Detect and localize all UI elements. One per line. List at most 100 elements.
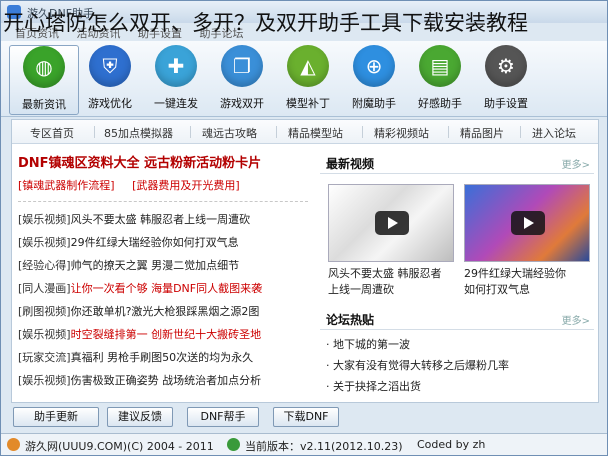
- video-list: 风头不要太盛 韩服忍者 上线一周遭砍 29件红绿大瑞经验你 如何打双气息: [320, 174, 594, 298]
- globe-net-icon: ⊕: [353, 45, 395, 87]
- news-tag: [娱乐视频]: [18, 374, 71, 387]
- news-text: 29件红绿大瑞经验你如何打双气息: [70, 236, 239, 249]
- news-item[interactable]: [娱乐视频]时空裂缝排第一 创新世纪十大搬砖圣地: [18, 323, 308, 346]
- divider: [18, 201, 308, 202]
- news-item[interactable]: [经验心得]帅气的撩天之翼 男漫二觉加点细节: [18, 254, 308, 277]
- document-icon: ▤: [419, 45, 461, 87]
- video-section-header: 最新视频 更多>: [320, 152, 594, 174]
- tab-divider: [520, 126, 521, 138]
- news-list: [娱乐视频]风头不要太盛 韩服忍者上线一周遭砍 [娱乐视频]29件红绿大瑞经验你…: [18, 208, 308, 392]
- news-tag: [玩家交流]: [18, 351, 71, 364]
- toolbar-favor-helper[interactable]: ▤ 好感助手: [405, 45, 475, 115]
- news-text: 真福利 男枪手刷图50次送的均为永久: [70, 351, 254, 364]
- tab-ancient-guide[interactable]: 魂远古攻略: [202, 125, 257, 141]
- caption-line: 29件红绿大瑞经验你: [464, 267, 566, 280]
- caption-line: 如何打双气息: [464, 283, 530, 296]
- triangle-icon: ◭: [287, 45, 329, 87]
- status-coded-by: Coded by zh: [417, 438, 486, 451]
- news-item[interactable]: [娱乐视频]29件红绿大瑞经验你如何打双气息: [18, 231, 308, 254]
- shield-icon: ⛨: [89, 45, 131, 87]
- gear-icon: ⚙: [485, 45, 527, 87]
- news-text: 帅气的撩天之翼 男漫二觉加点细节: [70, 259, 240, 272]
- toolbar-settings[interactable]: ⚙ 助手设置: [471, 45, 541, 115]
- news-tag: [经验心得]: [18, 259, 71, 272]
- content-panel: 专区首页 85加点模拟器 魂远古攻略 精品模型站 精彩视频站 精品图片 进入论坛…: [11, 119, 599, 403]
- forum-section-title: 论坛热贴: [326, 313, 375, 327]
- news-item[interactable]: [娱乐视频]伤害极致正确姿势 战场统治者加点分析: [18, 369, 308, 392]
- tab-bar: 专区首页 85加点模拟器 魂远古攻略 精品模型站 精彩视频站 精品图片 进入论坛: [12, 120, 598, 144]
- forum-section-header: 论坛热贴 更多>: [320, 308, 594, 330]
- windows-icon: ❐: [221, 45, 263, 87]
- news-tag: [娱乐视频]: [18, 328, 71, 341]
- app-window: 游久DNF助手 首页资讯 活动资讯 助手设置 助手论坛 开心塔防怎么双开、多开？…: [0, 0, 608, 456]
- play-icon[interactable]: [375, 211, 409, 235]
- video-thumbnail[interactable]: [464, 184, 590, 262]
- toolbar-label: 好感助手: [418, 97, 462, 110]
- tab-zone-home[interactable]: 专区首页: [30, 125, 74, 141]
- news-text: 风头不要太盛 韩服忍者上线一周遭砍: [70, 213, 251, 226]
- feature-link-weapon-cost[interactable]: [武器费用及开光费用]: [132, 179, 240, 192]
- gamepad-icon: ✚: [155, 45, 197, 87]
- news-tag: [娱乐视频]: [18, 236, 71, 249]
- video-thumbnail[interactable]: [328, 184, 454, 262]
- tab-pictures[interactable]: 精品图片: [460, 125, 504, 141]
- page-headline: 开心塔防怎么双开、多开？及双开助手工具下载安装教程: [3, 11, 528, 35]
- tab-divider: [448, 126, 449, 138]
- tab-divider: [190, 126, 191, 138]
- feedback-button[interactable]: 建议反馈: [107, 407, 173, 427]
- video-card[interactable]: 风头不要太盛 韩服忍者 上线一周遭砍: [328, 184, 454, 298]
- update-button[interactable]: 助手更新: [13, 407, 99, 427]
- status-bar: 游久网(UUU9.COM)(C) 2004 - 2011 当前版本：v2.11(…: [1, 433, 607, 455]
- download-dnf-button[interactable]: 下载DNF: [273, 407, 339, 427]
- caption-line: 风头不要太盛 韩服忍者: [328, 267, 442, 280]
- toolbar-label: 游戏优化: [88, 97, 132, 110]
- toolbar-label: 游戏双开: [220, 97, 264, 110]
- forum-more-link[interactable]: 更多>: [562, 312, 590, 327]
- toolbar-dual-open[interactable]: ❐ 游戏双开: [207, 45, 277, 115]
- tab-model-site[interactable]: 精品模型站: [288, 125, 343, 141]
- forum-item[interactable]: · 大家有没有觉得大转移之后爆粉几率: [320, 355, 594, 376]
- forum-item[interactable]: · 地下城的第一波: [320, 334, 594, 355]
- news-item[interactable]: [刷图视频]你还敢单机?激光大枪狠踩黑烟之源2图: [18, 300, 308, 323]
- toolbar-latest-news[interactable]: ◍ 最新资讯: [9, 45, 79, 115]
- status-copyright: 游久网(UUU9.COM)(C) 2004 - 2011: [25, 440, 214, 453]
- news-tag: [刷图视频]: [18, 305, 71, 318]
- video-card[interactable]: 29件红绿大瑞经验你 如何打双气息: [464, 184, 590, 298]
- news-item[interactable]: [玩家交流]真福利 男枪手刷图50次送的均为永久: [18, 346, 308, 369]
- toolbar-label: 附魔助手: [352, 97, 396, 110]
- news-text: 伤害极致正确姿势 战场统治者加点分析: [70, 374, 262, 387]
- toolbar-auto-fire[interactable]: ✚ 一键连发: [141, 45, 211, 115]
- news-item[interactable]: [同人漫画]让你一次看个够 海量DNF同人截图来袭: [18, 277, 308, 300]
- toolbar-label: 最新资讯: [22, 98, 66, 111]
- dnf-helper-button[interactable]: DNF帮手: [187, 407, 259, 427]
- tab-enter-forum[interactable]: 进入论坛: [532, 125, 576, 141]
- toolbar-label: 模型补丁: [286, 97, 330, 110]
- video-caption[interactable]: 29件红绿大瑞经验你 如何打双气息: [464, 266, 590, 298]
- feature-links: [镇魂武器制作流程] [武器费用及开光费用]: [18, 177, 308, 193]
- play-icon[interactable]: [511, 211, 545, 235]
- tab-85-simulator[interactable]: 85加点模拟器: [104, 125, 173, 141]
- tab-divider: [94, 126, 95, 138]
- toolbar-game-optimize[interactable]: ⛨ 游戏优化: [75, 45, 145, 115]
- forum-item[interactable]: · 关于抉择之滔出货: [320, 376, 594, 397]
- video-caption[interactable]: 风头不要太盛 韩服忍者 上线一周遭砍: [328, 266, 454, 298]
- video-more-link[interactable]: 更多>: [562, 156, 590, 171]
- tab-divider: [362, 126, 363, 138]
- feature-title[interactable]: DNF镇魂区资料大全 远古粉新活动粉卡片: [18, 152, 308, 171]
- toolbar-enchant-helper[interactable]: ⊕ 附魔助手: [339, 45, 409, 115]
- toolbar-label: 一键连发: [154, 97, 198, 110]
- side-column: 最新视频 更多> 风头不要太盛 韩服忍者 上线一周遭砍 29件红绿大瑞经验你 如…: [320, 152, 594, 397]
- version-icon: [227, 438, 240, 451]
- tab-video-site[interactable]: 精彩视频站: [374, 125, 429, 141]
- tab-divider: [276, 126, 277, 138]
- news-text: 时空裂缝排第一 创新世纪十大搬砖圣地: [70, 328, 262, 341]
- bottom-button-bar: 助手更新 建议反馈 DNF帮手 下载DNF: [1, 405, 607, 429]
- site-logo-icon: [7, 438, 20, 451]
- main-toolbar: ◍ 最新资讯 ⛨ 游戏优化 ✚ 一键连发 ❐ 游戏双开 ◭ 模型补丁 ⊕ 附魔助…: [1, 41, 607, 117]
- caption-line: 上线一周遭砍: [328, 283, 394, 296]
- toolbar-model-patch[interactable]: ◭ 模型补丁: [273, 45, 343, 115]
- news-item[interactable]: [娱乐视频]风头不要太盛 韩服忍者上线一周遭砍: [18, 208, 308, 231]
- news-tag: [同人漫画]: [18, 282, 71, 295]
- news-column: DNF镇魂区资料大全 远古粉新活动粉卡片 [镇魂武器制作流程] [武器费用及开光…: [18, 152, 308, 392]
- feature-link-weapon-process[interactable]: [镇魂武器制作流程]: [18, 179, 115, 192]
